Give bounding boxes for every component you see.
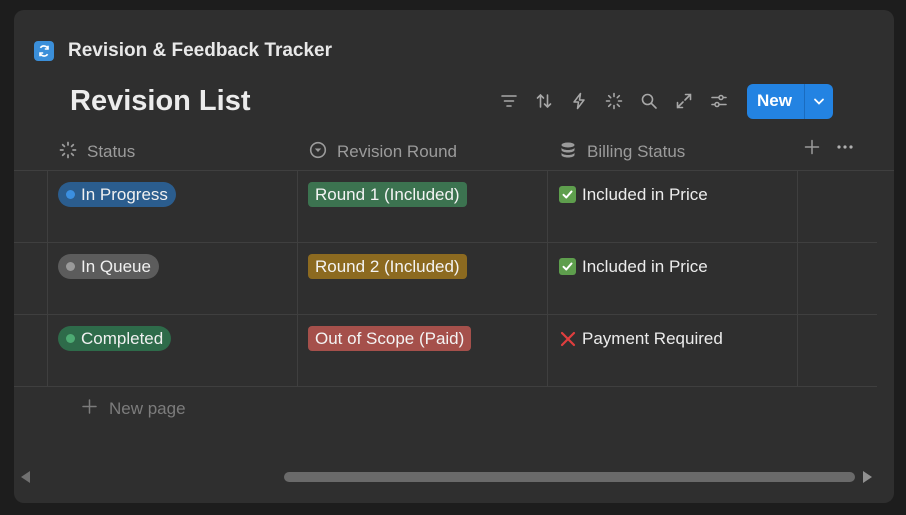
column-header-status[interactable]: Status	[59, 133, 135, 171]
column-header-label: Revision Round	[337, 142, 458, 161]
status-label: In Progress	[81, 184, 168, 204]
revision-round-cell[interactable]: Round 2 (Included)	[308, 254, 467, 279]
filter-icon[interactable]	[491, 83, 526, 119]
column-divider	[547, 315, 548, 386]
table-header-row: Status Revision Round Billing Status	[14, 133, 894, 171]
scroll-right-arrow-icon[interactable]	[863, 471, 872, 483]
status-label: In Queue	[81, 256, 151, 276]
sync-icon[interactable]	[34, 41, 54, 61]
billing-status: Included in Price	[559, 183, 708, 206]
column-divider	[547, 171, 548, 242]
billing-status-label: Included in Price	[582, 256, 708, 276]
billing-status-label: Payment Required	[582, 328, 723, 348]
column-header-label: Billing Status	[587, 142, 686, 161]
more-options-icon[interactable]	[836, 139, 854, 160]
database-title[interactable]: Revision & Feedback Tracker	[68, 40, 332, 62]
sort-icon[interactable]	[526, 83, 561, 119]
horizontal-scrollbar[interactable]	[14, 468, 894, 488]
new-button[interactable]: New	[747, 84, 804, 119]
billing-status: Included in Price	[559, 255, 708, 278]
column-divider	[297, 243, 298, 314]
database-icon	[559, 141, 577, 164]
chevron-down-icon[interactable]	[803, 83, 833, 119]
status-badge: In Progress	[58, 182, 176, 207]
status-icon	[59, 141, 77, 164]
column-header-label: Status	[87, 142, 136, 161]
add-property-icon[interactable]	[804, 139, 820, 160]
status-dot	[66, 190, 75, 199]
new-button-group: New	[747, 83, 833, 119]
billing-status-label: Included in Price	[582, 184, 708, 204]
check-icon	[559, 258, 576, 275]
column-divider	[47, 171, 48, 242]
column-divider	[547, 243, 548, 314]
revision-round-cell[interactable]: Round 1 (Included)	[308, 182, 467, 207]
status-badge: Completed	[58, 326, 172, 351]
search-icon[interactable]	[631, 83, 666, 119]
cross-icon	[559, 330, 576, 347]
database-table: Status Revision Round Billing Status In …	[14, 133, 894, 387]
column-divider	[797, 171, 798, 242]
revision-round-tag: Out of Scope (Paid)	[308, 326, 472, 351]
status-label: Completed	[81, 328, 164, 348]
table-row[interactable]: Completed Out of Scope (Paid) Payment Re…	[14, 315, 877, 387]
status-dot	[66, 334, 75, 343]
new-page-label: New page	[109, 399, 186, 418]
automation-icon[interactable]	[561, 83, 596, 119]
view-title[interactable]: Revision List	[70, 85, 251, 118]
table-row[interactable]: In Queue Round 2 (Included) Included in …	[14, 243, 877, 315]
billing-status-cell[interactable]: Included in Price	[559, 183, 708, 206]
column-header-billing-status[interactable]: Billing Status	[559, 133, 685, 171]
column-divider	[47, 243, 48, 314]
status-cell[interactable]: In Queue	[58, 254, 159, 279]
status-badge: In Queue	[58, 254, 159, 279]
table-row[interactable]: In Progress Round 1 (Included) Included …	[14, 171, 877, 243]
toolbar: New	[491, 83, 833, 119]
settings-icon[interactable]	[701, 83, 736, 119]
new-page-button[interactable]: New page	[82, 399, 186, 419]
header-actions	[804, 133, 854, 166]
billing-status: Payment Required	[559, 327, 723, 350]
billing-status-cell[interactable]: Payment Required	[559, 327, 723, 350]
ai-sparkle-icon[interactable]	[596, 83, 631, 119]
column-divider	[297, 171, 298, 242]
column-divider	[797, 315, 798, 386]
check-icon	[559, 186, 576, 203]
revision-round-tag: Round 1 (Included)	[308, 182, 467, 207]
revision-round-tag: Round 2 (Included)	[308, 254, 467, 279]
revision-round-cell[interactable]: Out of Scope (Paid)	[308, 326, 472, 351]
scroll-left-arrow-icon[interactable]	[21, 471, 30, 483]
status-cell[interactable]: Completed	[58, 326, 172, 351]
column-divider	[797, 243, 798, 314]
billing-status-cell[interactable]: Included in Price	[559, 255, 708, 278]
expand-icon[interactable]	[666, 83, 701, 119]
database-header: Revision & Feedback Tracker	[34, 40, 332, 62]
scrollbar-thumb[interactable]	[284, 472, 855, 482]
status-cell[interactable]: In Progress	[58, 182, 176, 207]
database-frame: Revision & Feedback Tracker Revision Lis…	[14, 10, 894, 503]
column-divider	[297, 315, 298, 386]
column-header-revision-round[interactable]: Revision Round	[309, 133, 457, 171]
select-icon	[309, 141, 327, 164]
column-divider	[47, 315, 48, 386]
plus-icon	[82, 399, 97, 419]
status-dot	[66, 262, 75, 271]
